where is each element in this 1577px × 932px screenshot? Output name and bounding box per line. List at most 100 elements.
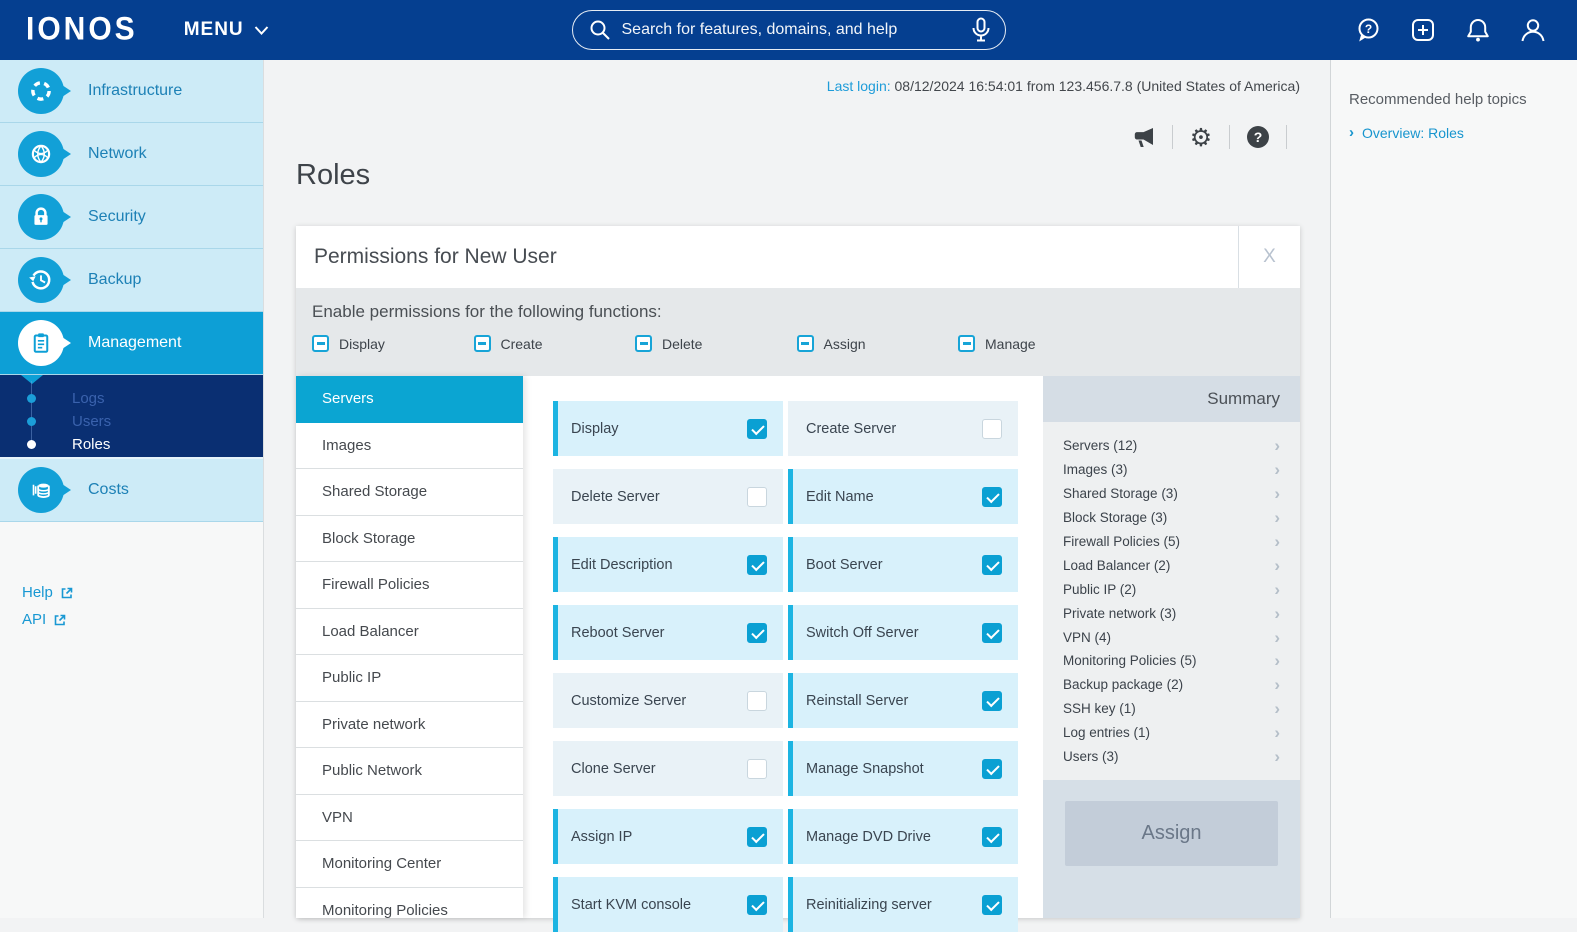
- summary-row-public-ip[interactable]: Public IP (2)›: [1043, 577, 1300, 601]
- summary-row-shared-storage[interactable]: Shared Storage (3)›: [1043, 482, 1300, 506]
- ionos-logo[interactable]: IONOS: [26, 12, 138, 49]
- summary-row-monitoring-policies[interactable]: Monitoring Policies (5)›: [1043, 649, 1300, 673]
- submenu-item-users[interactable]: Users: [0, 410, 263, 433]
- tab-block-storage[interactable]: Block Storage: [296, 516, 523, 563]
- permission-card-edit-name[interactable]: Edit Name: [788, 469, 1018, 524]
- permission-card-reinitializing-server[interactable]: Reinitializing server: [788, 877, 1018, 932]
- sidebar-item-network[interactable]: Network: [0, 123, 263, 186]
- add-product-icon[interactable]: [1409, 16, 1437, 44]
- submenu-item-roles[interactable]: Roles: [0, 433, 263, 456]
- sidebar-item-security[interactable]: Security: [0, 186, 263, 249]
- summary-row-backup-package[interactable]: Backup package (2)›: [1043, 673, 1300, 697]
- checkbox-icon[interactable]: [982, 895, 1002, 915]
- settings-gear-icon[interactable]: ⚙: [1188, 124, 1214, 150]
- permission-card-customize-server[interactable]: Customize Server: [553, 673, 783, 728]
- checkbox-icon[interactable]: [747, 827, 767, 847]
- tab-firewall-policies[interactable]: Firewall Policies: [296, 562, 523, 609]
- submenu-item-logs[interactable]: Logs: [0, 387, 263, 410]
- bulk-checkbox-display[interactable]: Display: [312, 335, 474, 352]
- tab-shared-storage[interactable]: Shared Storage: [296, 469, 523, 516]
- permission-card-manage-dvd-drive[interactable]: Manage DVD Drive: [788, 809, 1018, 864]
- announcements-megaphone-icon[interactable]: [1131, 124, 1157, 150]
- sidebar-item-infrastructure[interactable]: Infrastructure: [0, 60, 263, 123]
- bulk-checkbox-delete[interactable]: Delete: [635, 335, 797, 352]
- checkbox-icon[interactable]: [982, 691, 1002, 711]
- assign-button[interactable]: Assign: [1065, 801, 1278, 866]
- checkbox-icon[interactable]: [747, 487, 767, 507]
- summary-row-firewall-policies[interactable]: Firewall Policies (5)›: [1043, 530, 1300, 554]
- indeterminate-checkbox-icon[interactable]: [474, 335, 491, 352]
- indeterminate-checkbox-icon[interactable]: [635, 335, 652, 352]
- checkbox-icon[interactable]: [982, 419, 1002, 439]
- tab-vpn[interactable]: VPN: [296, 795, 523, 842]
- permission-card-display[interactable]: Display: [553, 401, 783, 456]
- sidebar-item-backup[interactable]: Backup: [0, 249, 263, 312]
- checkbox-icon[interactable]: [747, 419, 767, 439]
- summary-row-images[interactable]: Images (3)›: [1043, 458, 1300, 482]
- tab-public-network[interactable]: Public Network: [296, 748, 523, 795]
- close-button[interactable]: X: [1238, 226, 1300, 288]
- permission-card-boot-server[interactable]: Boot Server: [788, 537, 1018, 592]
- bullet-dot-icon: [27, 394, 36, 403]
- permission-card-assign-ip[interactable]: Assign IP: [553, 809, 783, 864]
- notifications-bell-icon[interactable]: [1464, 16, 1492, 44]
- permission-card-manage-snapshot[interactable]: Manage Snapshot: [788, 741, 1018, 796]
- indeterminate-checkbox-icon[interactable]: [958, 335, 975, 352]
- tab-servers[interactable]: Servers: [296, 376, 523, 423]
- summary-row-block-storage[interactable]: Block Storage (3)›: [1043, 506, 1300, 530]
- checkbox-icon[interactable]: [982, 623, 1002, 643]
- checkbox-icon[interactable]: [982, 487, 1002, 507]
- bulk-checkbox-create[interactable]: Create: [474, 335, 636, 352]
- chevron-right-icon: ›: [1274, 509, 1280, 526]
- help-topic-link[interactable]: › Overview: Roles: [1349, 124, 1464, 141]
- tab-private-network[interactable]: Private network: [296, 702, 523, 749]
- checkbox-icon[interactable]: [747, 623, 767, 643]
- permission-card-create-server[interactable]: Create Server: [788, 401, 1018, 456]
- bulk-checkbox-assign[interactable]: Assign: [797, 335, 959, 352]
- checkbox-icon[interactable]: [982, 555, 1002, 575]
- summary-panel: Summary Servers (12)› Images (3)› Shared…: [1043, 376, 1300, 918]
- tab-monitoring-policies[interactable]: Monitoring Policies: [296, 888, 523, 919]
- tab-load-balancer[interactable]: Load Balancer: [296, 609, 523, 656]
- permission-card-reinstall-server[interactable]: Reinstall Server: [788, 673, 1018, 728]
- help-link[interactable]: Help: [22, 584, 263, 601]
- tab-images[interactable]: Images: [296, 423, 523, 470]
- tab-monitoring-center[interactable]: Monitoring Center: [296, 841, 523, 888]
- tab-public-ip[interactable]: Public IP: [296, 655, 523, 702]
- summary-row-ssh-key[interactable]: SSH key (1)›: [1043, 697, 1300, 721]
- feedback-chat-icon[interactable]: ?: [1354, 16, 1382, 44]
- checkbox-icon[interactable]: [747, 691, 767, 711]
- summary-row-private-network[interactable]: Private network (3)›: [1043, 601, 1300, 625]
- bulk-checkbox-manage[interactable]: Manage: [958, 335, 1120, 352]
- account-user-icon[interactable]: [1519, 16, 1547, 44]
- summary-row-servers[interactable]: Servers (12)›: [1043, 434, 1300, 458]
- permission-card-delete-server[interactable]: Delete Server: [553, 469, 783, 524]
- sidebar-item-costs[interactable]: Costs: [0, 459, 263, 522]
- chevron-right-icon: ›: [1274, 437, 1280, 454]
- permission-card-start-kvm-console[interactable]: Start KVM console: [553, 877, 783, 932]
- divider: [1172, 125, 1173, 149]
- checkbox-icon[interactable]: [747, 895, 767, 915]
- microphone-icon[interactable]: [971, 17, 991, 43]
- checkbox-icon[interactable]: [747, 555, 767, 575]
- permission-card-clone-server[interactable]: Clone Server: [553, 741, 783, 796]
- sidebar-item-management[interactable]: Management: [0, 312, 263, 375]
- summary-row-users[interactable]: Users (3)›: [1043, 745, 1300, 769]
- summary-row-load-balancer[interactable]: Load Balancer (2)›: [1043, 553, 1300, 577]
- checkbox-icon[interactable]: [982, 827, 1002, 847]
- summary-row-log-entries[interactable]: Log entries (1)›: [1043, 721, 1300, 745]
- global-search[interactable]: [572, 10, 1006, 50]
- help-question-icon[interactable]: ?: [1245, 124, 1271, 150]
- permission-card-edit-description[interactable]: Edit Description: [553, 537, 783, 592]
- search-input[interactable]: [622, 21, 971, 39]
- permission-card-reboot-server[interactable]: Reboot Server: [553, 605, 783, 660]
- menu-button[interactable]: MENU: [184, 19, 269, 41]
- indeterminate-checkbox-icon[interactable]: [312, 335, 329, 352]
- indeterminate-checkbox-icon[interactable]: [797, 335, 814, 352]
- checkbox-icon[interactable]: [747, 759, 767, 779]
- permission-card-switch-off-server[interactable]: Switch Off Server: [788, 605, 1018, 660]
- api-link[interactable]: API: [22, 611, 263, 628]
- summary-row-vpn[interactable]: VPN (4)›: [1043, 625, 1300, 649]
- last-login-link[interactable]: Last login:: [827, 78, 891, 94]
- checkbox-icon[interactable]: [982, 759, 1002, 779]
